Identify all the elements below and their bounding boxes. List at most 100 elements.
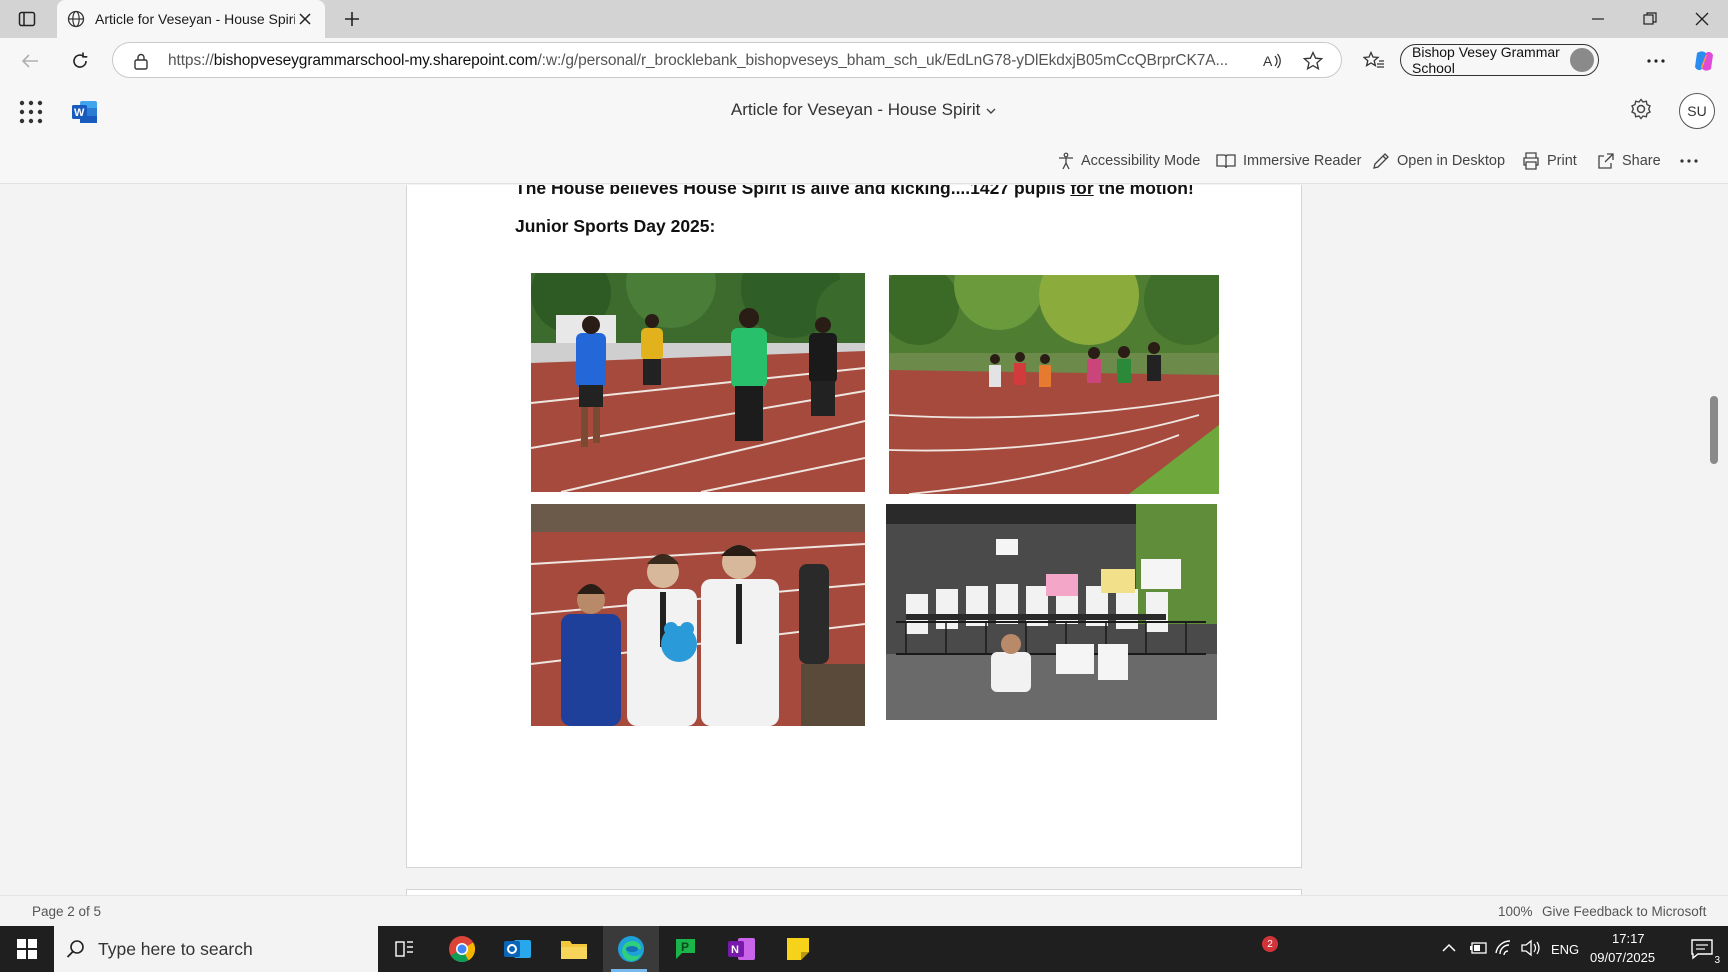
back-button[interactable] — [14, 46, 46, 76]
taskbar-sticky-notes[interactable] — [772, 926, 824, 972]
taskbar-edge[interactable] — [603, 926, 659, 972]
photo-runners-back-view[interactable] — [531, 273, 865, 492]
plus-icon — [345, 12, 359, 26]
lock-icon[interactable] — [133, 52, 149, 70]
url-prefix: https:// — [168, 52, 214, 69]
share-button[interactable]: Share — [1597, 147, 1661, 175]
accessibility-mode-button[interactable]: Accessibility Mode — [1058, 147, 1200, 175]
motion-text-a: The House believes House Spirit is alive… — [515, 185, 1071, 198]
clock-time[interactable]: 17:17 — [1612, 931, 1645, 946]
tab-actions-button[interactable] — [12, 7, 42, 31]
close-window-button[interactable] — [1682, 4, 1722, 34]
photo-group-with-signs[interactable] — [886, 504, 1217, 720]
immersive-reader-icon — [1216, 154, 1236, 169]
accessibility-mode-label: Accessibility Mode — [1081, 153, 1201, 169]
copilot-icon — [1695, 51, 1713, 71]
onenote-icon: N — [728, 938, 755, 960]
read-aloud-icon[interactable]: A — [1263, 52, 1283, 70]
edit-pencil-icon — [1373, 153, 1389, 169]
task-view-icon — [395, 941, 413, 957]
windows-taskbar: Type here to search P N 2 ENG 17:17 09/0… — [0, 926, 1728, 972]
favorites-icon — [1363, 51, 1384, 68]
battery-icon[interactable] — [1468, 940, 1488, 956]
url-bar[interactable]: https://bishopveseygrammarschool-my.shar… — [112, 42, 1342, 78]
tab-close-icon[interactable] — [295, 9, 315, 29]
edge-icon — [618, 936, 644, 962]
action-center-button[interactable]: 3 — [1676, 926, 1728, 972]
print-button[interactable]: Print — [1522, 147, 1577, 175]
svg-text:P: P — [681, 940, 689, 954]
url-text[interactable]: https://bishopveseygrammarschool-my.shar… — [168, 52, 1248, 70]
volume-icon[interactable] — [1520, 939, 1542, 957]
immersive-reader-button[interactable]: Immersive Reader — [1216, 147, 1361, 175]
open-in-desktop-label: Open in Desktop — [1397, 153, 1506, 169]
browser-tab-strip: Article for Veseyan - House Spirit — [0, 0, 1728, 38]
tab-title: Article for Veseyan - House Spirit — [95, 11, 295, 27]
minimize-icon — [1592, 18, 1604, 20]
taskbar-search[interactable]: Type here to search — [54, 926, 378, 972]
taskbar-green-app[interactable]: P — [660, 926, 712, 972]
svg-text:A: A — [1263, 53, 1273, 69]
favorites-button[interactable] — [1358, 46, 1390, 76]
word-header: W Article for Veseyan - House Spirit SU … — [0, 84, 1728, 184]
sports-day-heading: Junior Sports Day 2025: — [515, 216, 716, 236]
share-label: Share — [1622, 153, 1661, 169]
copilot-button[interactable] — [1688, 46, 1720, 76]
profile-button[interactable]: Bishop Vesey Grammar School — [1400, 44, 1599, 76]
globe-icon — [67, 10, 85, 28]
document-title-text: Article for Veseyan - House Spirit — [730, 100, 981, 119]
tab-actions-icon — [18, 11, 36, 27]
open-in-desktop-button[interactable]: Open in Desktop — [1372, 147, 1505, 175]
wifi-icon[interactable] — [1494, 939, 1514, 957]
taskbar-outlook[interactable] — [492, 926, 544, 972]
language-indicator[interactable]: ENG — [1551, 942, 1579, 957]
word-more-button[interactable] — [1680, 147, 1705, 175]
clock-date[interactable]: 09/07/2025 — [1590, 950, 1655, 965]
print-label: Print — [1547, 153, 1577, 169]
taskbar-file-explorer[interactable] — [548, 926, 600, 972]
restore-icon — [1643, 12, 1657, 25]
new-tab-button[interactable] — [338, 6, 366, 32]
motion-text-underlined: for — [1070, 185, 1094, 198]
start-button[interactable] — [0, 926, 54, 972]
taskbar-chrome[interactable] — [436, 926, 488, 972]
minimize-button[interactable] — [1578, 4, 1618, 34]
restore-button[interactable] — [1630, 4, 1670, 34]
user-avatar[interactable]: SU — [1679, 93, 1715, 129]
immersive-reader-label: Immersive Reader — [1243, 153, 1362, 169]
photo-runners-front-view[interactable] — [889, 275, 1219, 494]
photo-pupils-with-mascot[interactable] — [531, 504, 865, 726]
browser-tab-active[interactable]: Article for Veseyan - House Spirit — [57, 0, 325, 38]
accessibility-icon — [1059, 152, 1073, 170]
more-dots-icon — [1680, 159, 1698, 163]
zoom-level[interactable]: 100% — [1498, 904, 1533, 919]
url-path: /:w:/g/personal/r_brocklebank_bishopvese… — [537, 52, 1229, 69]
browser-more-button[interactable] — [1640, 46, 1672, 76]
favorite-star-icon[interactable] — [1303, 51, 1323, 71]
search-placeholder: Type here to search — [98, 938, 253, 959]
refresh-button[interactable] — [64, 46, 96, 76]
motion-heading: The House believes House Spirit is alive… — [515, 185, 1194, 199]
profile-avatar — [1570, 48, 1594, 72]
tray-chevron-up-icon[interactable] — [1442, 943, 1456, 953]
vertical-scrollbar-thumb[interactable] — [1710, 396, 1718, 464]
svg-text:N: N — [731, 944, 739, 956]
outlook-icon — [504, 940, 531, 958]
share-icon — [1598, 153, 1614, 169]
taskbar-onenote[interactable]: N — [716, 926, 768, 972]
give-feedback-link[interactable]: Give Feedback to Microsoft — [1542, 904, 1706, 919]
document-title[interactable]: Article for Veseyan - House Spirit — [0, 100, 1728, 120]
document-page[interactable]: The House believes House Spirit is alive… — [406, 185, 1302, 868]
task-view-button[interactable] — [378, 926, 430, 972]
action-center-count: 3 — [1712, 955, 1722, 966]
search-icon — [66, 940, 84, 958]
folder-icon — [561, 941, 587, 959]
address-bar-row: https://bishopveseygrammarschool-my.shar… — [0, 38, 1728, 84]
settings-gear-icon[interactable] — [1630, 98, 1656, 124]
sticky-notes-icon — [787, 938, 809, 960]
url-host: bishopveseygrammarschool-my.sharepoint.c… — [213, 52, 538, 69]
chevron-down-icon — [986, 108, 996, 114]
notification-badge: 2 — [1262, 936, 1278, 952]
document-canvas[interactable]: The House believes House Spirit is alive… — [0, 185, 1728, 895]
notification-icon — [1691, 939, 1713, 960]
